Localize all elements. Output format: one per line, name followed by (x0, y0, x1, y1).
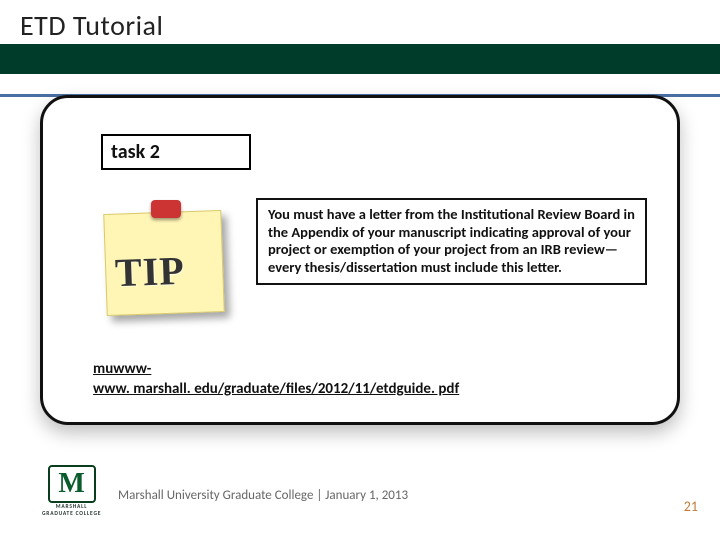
page-title: ETD Tutorial (20, 8, 163, 43)
tip-row: TIP You must have a letter from the Inst… (93, 198, 647, 318)
logo-caption-2: GRADUATE COLLEGE (42, 511, 101, 517)
guide-link[interactable]: muwww- www. marshall. edu/graduate/files… (93, 360, 627, 399)
link-line-1: muwww- (93, 360, 151, 378)
university-logo: M MARSHALL GRADUATE COLLEGE (42, 465, 101, 517)
sticky-note-icon: TIP (93, 198, 238, 318)
task-label: task 2 (103, 136, 249, 168)
slide: ETD Tutorial task 2 TIP You must have a … (0, 0, 720, 540)
pushpin-icon (151, 200, 181, 218)
link-line-2: www. marshall. edu/graduate/files/2012/1… (93, 380, 459, 398)
header-band (0, 44, 720, 74)
page-number: 21 (684, 498, 698, 515)
tip-body: You must have a letter from the Institut… (256, 198, 647, 285)
task-chip: task 2 (101, 134, 251, 170)
tip-graphic-text: TIP (114, 247, 185, 296)
content-card: task 2 TIP You must have a letter from t… (40, 95, 680, 425)
logo-letter: M (48, 465, 96, 503)
logo-icon: M (48, 465, 96, 503)
logo-caption-1: MARSHALL (56, 504, 88, 510)
footer-text: Marshall University Graduate College | J… (118, 488, 408, 503)
